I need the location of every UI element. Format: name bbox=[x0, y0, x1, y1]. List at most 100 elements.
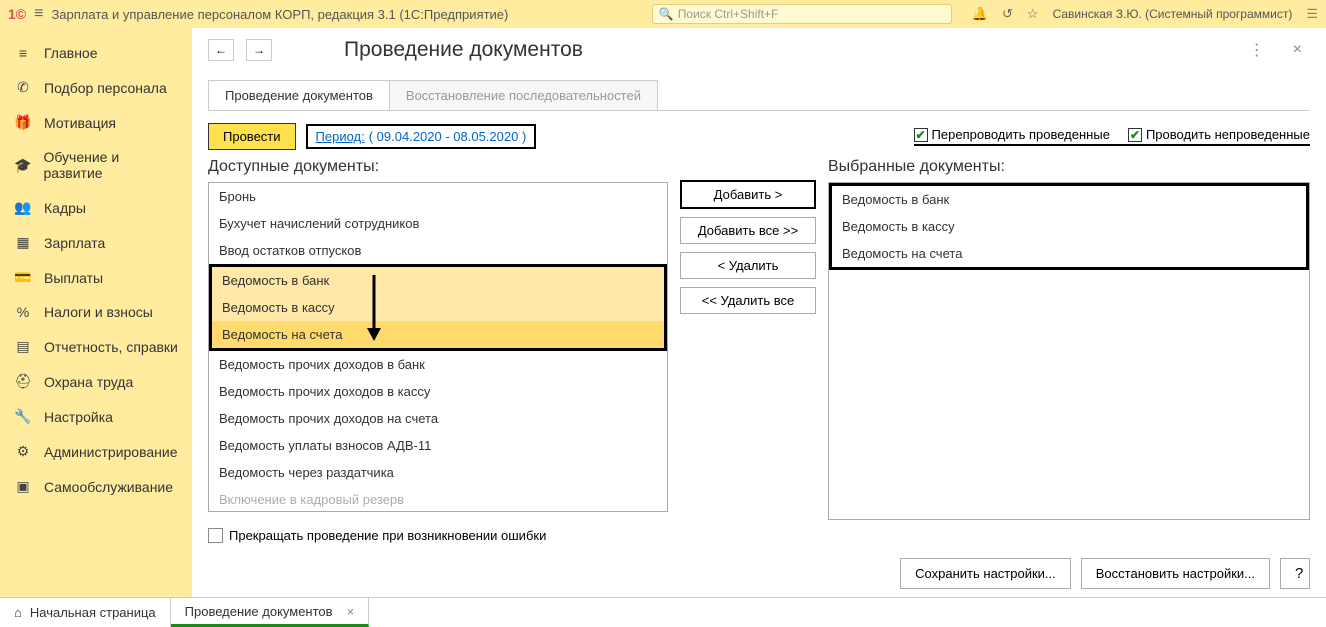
people-icon: 👥 bbox=[14, 199, 32, 216]
help-button[interactable]: ? bbox=[1280, 558, 1310, 589]
kiosk-icon: ▣ bbox=[14, 478, 32, 495]
filter-icon[interactable]: ☰ bbox=[1306, 6, 1318, 22]
home-icon: ⌂ bbox=[14, 605, 22, 620]
sidebar-label: Зарплата bbox=[44, 235, 105, 251]
list-item[interactable]: Ввод остатков отпусков bbox=[209, 237, 667, 264]
sidebar-label: Настройка bbox=[44, 409, 113, 425]
sidebar-item-training[interactable]: 🎓 Обучение и развитие bbox=[0, 140, 192, 190]
list-item[interactable]: Ведомость в банк bbox=[212, 267, 664, 294]
list-item[interactable]: Ведомость прочих доходов в кассу bbox=[209, 378, 667, 405]
sidebar-label: Выплаты bbox=[44, 270, 103, 286]
sidebar-label: Отчетность, справки bbox=[44, 339, 178, 355]
logo-1c: 1© bbox=[8, 6, 26, 22]
taskbar-home-label: Начальная страница bbox=[30, 605, 156, 620]
nav-forward[interactable]: → bbox=[246, 39, 272, 61]
checkbox-stop-on-error[interactable] bbox=[208, 528, 223, 543]
sidebar-item-recruit[interactable]: ✆ Подбор персонала bbox=[0, 70, 192, 105]
titlebar: 1© ≡ Зарплата и управление персоналом КО… bbox=[0, 0, 1326, 28]
nav-back[interactable]: ← bbox=[208, 39, 234, 61]
sidebar-item-safety[interactable]: ⛑Охрана труда bbox=[0, 364, 192, 399]
search-input[interactable]: 🔍 Поиск Ctrl+Shift+F bbox=[652, 4, 952, 24]
tab-posting[interactable]: Проведение документов bbox=[208, 80, 390, 110]
sidebar-label: Администрирование bbox=[44, 444, 178, 460]
sidebar-item-settings[interactable]: 🔧 Настройка bbox=[0, 399, 192, 434]
star-icon[interactable]: ☆ bbox=[1027, 6, 1039, 22]
list-item[interactable]: Включение в кадровый резерв bbox=[209, 486, 667, 512]
top-icons: 🔔 ↺ ☆ Савинская З.Ю. (Системный программ… bbox=[972, 6, 1318, 22]
list-item[interactable]: Ведомость в банк bbox=[832, 186, 1306, 213]
list-item[interactable]: Ведомость через раздатчика bbox=[209, 459, 667, 486]
sidebar-item-admin[interactable]: ⚙ Администрирование bbox=[0, 434, 192, 469]
sidebar-item-salary[interactable]: ▦ Зарплата bbox=[0, 225, 192, 260]
wrench-icon: 🔧 bbox=[14, 408, 32, 425]
checkbox-label: Проводить непроведенные bbox=[1146, 127, 1310, 142]
sidebar-label: Обучение и развитие bbox=[43, 149, 178, 181]
available-title: Доступные документы: bbox=[208, 158, 668, 176]
period-selector[interactable]: Период: ( 09.04.2020 - 08.05.2020 ) bbox=[306, 124, 537, 149]
list-item[interactable]: Ведомость в кассу bbox=[832, 213, 1306, 240]
bell-icon[interactable]: 🔔 bbox=[972, 6, 988, 22]
taskbar-home[interactable]: ⌂ Начальная страница bbox=[0, 598, 171, 627]
sidebar-item-self[interactable]: ▣ Самообслуживание bbox=[0, 469, 192, 504]
check-icon: ✔ bbox=[1128, 128, 1142, 142]
list-item[interactable]: Ведомость на счета bbox=[212, 321, 664, 348]
main-area: ← → Проведение документов ⋮ × Проведение… bbox=[192, 28, 1326, 597]
username[interactable]: Савинская З.Ю. (Системный программист) bbox=[1053, 7, 1293, 21]
menu-icon[interactable]: ≡ bbox=[34, 5, 43, 23]
sidebar-item-main[interactable]: ≡ Главное bbox=[0, 36, 192, 70]
check-icon: ✔ bbox=[914, 128, 928, 142]
list-item[interactable]: Ведомость на счета bbox=[832, 240, 1306, 267]
remove-all-button[interactable]: << Удалить все bbox=[680, 287, 816, 314]
period-range: ( 09.04.2020 - 08.05.2020 ) bbox=[369, 129, 527, 144]
tab-sequence[interactable]: Восстановление последовательностей bbox=[389, 80, 658, 110]
list-item[interactable]: Ведомость в кассу bbox=[212, 294, 664, 321]
sidebar-label: Кадры bbox=[44, 200, 86, 216]
table-icon: ▦ bbox=[14, 234, 32, 251]
sidebar-item-reports[interactable]: ▤Отчетность, справки bbox=[0, 329, 192, 364]
search-placeholder: Поиск Ctrl+Shift+F bbox=[678, 7, 779, 21]
wallet-icon: 💳 bbox=[14, 269, 32, 286]
remove-button[interactable]: < Удалить bbox=[680, 252, 816, 279]
sidebar-item-hr[interactable]: 👥 Кадры bbox=[0, 190, 192, 225]
tabstrip: Проведение документов Восстановление пос… bbox=[208, 80, 1310, 111]
grad-icon: 🎓 bbox=[14, 157, 31, 174]
period-label[interactable]: Период: bbox=[316, 129, 365, 144]
sidebar-label: Мотивация bbox=[44, 115, 116, 131]
add-all-button[interactable]: Добавить все >> bbox=[680, 217, 816, 244]
close-icon[interactable]: × bbox=[1293, 41, 1302, 59]
run-button[interactable]: Провести bbox=[208, 123, 296, 150]
sidebar-label: Налоги и взносы bbox=[44, 304, 153, 320]
list-item[interactable]: Ведомость уплаты взносов АДВ-11 bbox=[209, 432, 667, 459]
sidebar: ≡ Главное ✆ Подбор персонала 🎁Мотивация 🎓 О… bbox=[0, 28, 192, 597]
sidebar-label: Подбор персонала bbox=[44, 80, 167, 96]
selected-title: Выбранные документы: bbox=[828, 158, 1310, 176]
search-icon: 🔍 bbox=[659, 7, 674, 21]
sidebar-item-motivation[interactable]: 🎁Мотивация bbox=[0, 105, 192, 140]
restore-settings-button[interactable]: Восстановить настройки... bbox=[1081, 558, 1270, 589]
list-item[interactable]: Ведомость прочих доходов в банк bbox=[209, 351, 667, 378]
sidebar-label: Самообслуживание bbox=[44, 479, 173, 495]
checkbox-post-unposted[interactable]: ✔ Проводить непроведенные bbox=[1128, 127, 1310, 142]
transfer-buttons: Добавить > Добавить все >> < Удалить << … bbox=[668, 158, 828, 520]
selected-list[interactable]: Ведомость в банк Ведомость в кассу Ведом… bbox=[828, 182, 1310, 520]
home-icon: ≡ bbox=[14, 45, 32, 61]
available-list[interactable]: Бронь Бухучет начислений сотрудников Вво… bbox=[208, 182, 668, 512]
checkbox-repost[interactable]: ✔ Перепроводить проведенные bbox=[914, 127, 1110, 142]
list-item[interactable]: Бухучет начислений сотрудников bbox=[209, 210, 667, 237]
list-item[interactable]: Бронь bbox=[209, 183, 667, 210]
history-icon[interactable]: ↺ bbox=[1002, 6, 1013, 22]
list-item[interactable]: Ведомость прочих доходов на счета bbox=[209, 405, 667, 432]
gear-icon: ⚙ bbox=[14, 443, 32, 460]
taskbar-current[interactable]: Проведение документов × bbox=[171, 598, 370, 627]
sidebar-item-taxes[interactable]: % Налоги и взносы bbox=[0, 295, 192, 329]
sidebar-label: Главное bbox=[44, 45, 98, 61]
page-title: Проведение документов bbox=[344, 38, 583, 62]
percent-icon: % bbox=[14, 304, 32, 320]
sidebar-item-payments[interactable]: 💳 Выплаты bbox=[0, 260, 192, 295]
kebab-icon[interactable]: ⋮ bbox=[1249, 40, 1265, 60]
phone-icon: ✆ bbox=[14, 79, 32, 96]
app-title: Зарплата и управление персоналом КОРП, р… bbox=[51, 7, 508, 22]
tab-close-icon[interactable]: × bbox=[347, 604, 355, 619]
add-button[interactable]: Добавить > bbox=[680, 180, 816, 209]
save-settings-button[interactable]: Сохранить настройки... bbox=[900, 558, 1071, 589]
